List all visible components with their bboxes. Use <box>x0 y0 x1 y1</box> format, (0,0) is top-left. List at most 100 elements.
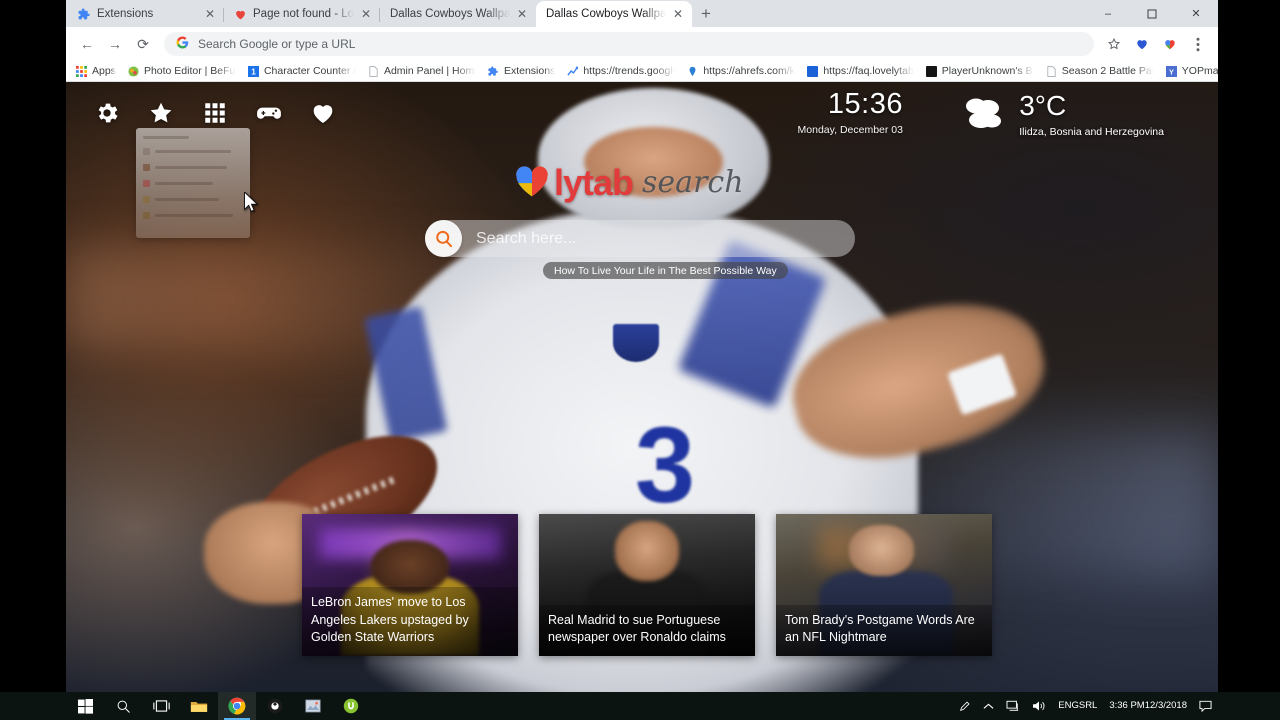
trends-icon <box>567 66 579 77</box>
weather-widget[interactable]: 3°C Ilidza, Bosnia and Herzegovina <box>959 92 1164 138</box>
tab-label: Dallas Cowboys Wallpaper HD & New <box>546 8 666 20</box>
navigation-bar: ← → ⟳ Search Google or type a URL <box>66 27 1218 61</box>
back-arrow-icon[interactable]: ← <box>74 31 100 57</box>
news-card[interactable]: LeBron James' move to Los Angeles Lakers… <box>302 514 518 656</box>
minimize-button[interactable]: – <box>1086 0 1130 27</box>
bookmark-photo-editor[interactable]: Photo Editor | BeFunky <box>122 63 242 79</box>
page-icon <box>368 65 379 77</box>
language-indicator[interactable]: ENG SRL <box>1052 692 1103 720</box>
start-button[interactable] <box>66 692 104 720</box>
panel-row <box>143 212 243 219</box>
windows-taskbar: ENG SRL 3:36 PM 12/3/2018 <box>0 692 1280 720</box>
tab-close-button[interactable]: ✕ <box>672 8 684 20</box>
tab-strip: Extensions ✕ Page not found - Lovely Tab… <box>66 0 1218 27</box>
taskbar-items <box>66 692 370 720</box>
logo-subtitle: search <box>642 165 744 200</box>
svg-text:Y: Y <box>1169 67 1174 76</box>
bookmark-label: Admin Panel | Home <box>383 65 476 77</box>
bookmark-google-trends[interactable]: https://trends.google <box>561 63 681 79</box>
browser-tab-cowboys-2-active[interactable]: Dallas Cowboys Wallpaper HD & New ✕ <box>536 1 692 27</box>
browser-tab-page-not-found[interactable]: Page not found - Lovely Tab ✕ <box>224 1 380 27</box>
bookmark-character-counter[interactable]: 1 Character Counter / W <box>242 63 362 79</box>
new-tab-button[interactable]: + <box>692 1 720 27</box>
forward-arrow-icon[interactable]: → <box>102 31 128 57</box>
file-explorer-icon[interactable] <box>180 692 218 720</box>
svg-text:1: 1 <box>251 67 256 76</box>
photo-viewer-icon[interactable] <box>294 692 332 720</box>
bookmark-star-icon[interactable] <box>1102 32 1126 56</box>
bookmark-yopmail[interactable]: Y YOPmail - Inbox <box>1160 63 1218 79</box>
bookmark-admin-panel[interactable]: Admin Panel | Home <box>362 63 482 79</box>
media-player-icon[interactable] <box>256 692 294 720</box>
apps-grid-icon[interactable] <box>200 98 230 128</box>
bookmark-ahrefs[interactable]: https://ahrefs.com/ke <box>681 63 801 79</box>
heart-icon[interactable] <box>308 98 338 128</box>
panel-row <box>143 164 243 171</box>
task-view-icon[interactable] <box>142 692 180 720</box>
settings-icon[interactable] <box>92 98 122 128</box>
panel-row <box>143 136 243 139</box>
news-strip: LeBron James' move to Los Angeles Lakers… <box>302 514 992 656</box>
star-icon[interactable] <box>146 98 176 128</box>
tray-date: 12/3/2018 <box>1144 699 1187 711</box>
volume-icon[interactable] <box>1026 692 1052 720</box>
bookmark-apps[interactable]: Apps <box>70 63 122 79</box>
panel-row <box>143 180 243 187</box>
new-tab-page: 3 15:36 Monday, December 03 3°C Ilidza, … <box>66 82 1218 719</box>
tray-time: 3:36 PM <box>1109 699 1145 711</box>
tab-close-button[interactable]: ✕ <box>204 8 216 20</box>
bookmark-pubg[interactable]: PlayerUnknown's Batt <box>920 63 1040 79</box>
clock-tray[interactable]: 3:36 PM 12/3/2018 <box>1103 692 1193 720</box>
bookmark-lovelytab-faq[interactable]: https://faq.lovelytab <box>801 63 919 79</box>
bookmark-label: PlayerUnknown's Batt <box>941 65 1034 77</box>
clock-date: Monday, December 03 <box>797 124 903 136</box>
bookmark-label: YOPmail - Inbox <box>1181 65 1218 77</box>
weather-location: Ilidza, Bosnia and Herzegovina <box>1019 126 1164 138</box>
three-dot-menu-icon[interactable] <box>1186 32 1210 56</box>
utorrent-icon[interactable] <box>332 692 370 720</box>
bookmark-season-2-battle-pass[interactable]: Season 2 Battle Pass <box>1040 63 1160 79</box>
browser-tab-extensions[interactable]: Extensions ✕ <box>68 1 224 27</box>
bookmarks-bar: Apps Photo Editor | BeFunky 1 Character … <box>66 61 1218 82</box>
news-card[interactable]: Real Madrid to sue Portuguese newspaper … <box>539 514 755 656</box>
browser-window: Extensions ✕ Page not found - Lovely Tab… <box>66 0 1218 720</box>
lovelytab-heart-icon[interactable] <box>1158 32 1182 56</box>
heart-icon <box>234 8 247 21</box>
search-input[interactable]: Search here... <box>476 230 577 248</box>
news-card-title: Real Madrid to sue Portuguese newspaper … <box>539 604 755 656</box>
google-g-icon <box>176 36 189 52</box>
pen-tray-icon[interactable] <box>953 692 977 720</box>
show-hidden-icons-icon[interactable] <box>977 692 1000 720</box>
address-bar[interactable]: Search Google or type a URL <box>164 32 1094 56</box>
pubg-icon <box>925 65 937 77</box>
browser-tab-cowboys-1[interactable]: Dallas Cowboys Wallpaper HD & New ✕ <box>380 1 536 27</box>
network-icon[interactable] <box>1000 692 1026 720</box>
tip-banner[interactable]: How To Live Your Life in The Best Possib… <box>543 262 788 279</box>
bookmark-extensions[interactable]: Extensions <box>482 63 561 79</box>
search-box[interactable]: Search here... <box>425 220 855 257</box>
gamepad-icon[interactable] <box>254 98 284 128</box>
close-button[interactable]: ✕ <box>1174 0 1218 27</box>
maximize-button[interactable] <box>1130 0 1174 27</box>
bookmark-label: Character Counter / W <box>263 65 356 77</box>
tab-close-button[interactable]: ✕ <box>516 8 528 20</box>
omnibox-icons <box>1102 32 1210 56</box>
action-center-icon[interactable] <box>1193 692 1218 720</box>
news-card[interactable]: Tom Brady's Postgame Words Are an NFL Ni… <box>776 514 992 656</box>
panel-row <box>143 196 243 203</box>
search-taskbar-icon[interactable] <box>104 692 142 720</box>
window-controls: – ✕ <box>1086 0 1218 27</box>
language-top: ENG <box>1058 699 1079 711</box>
chrome-icon[interactable] <box>218 692 256 720</box>
reload-icon[interactable]: ⟳ <box>130 31 156 57</box>
logo-name: lytab <box>554 161 634 203</box>
search-magnifier-icon[interactable] <box>425 220 462 257</box>
character-counter-icon: 1 <box>247 65 259 77</box>
bookmark-label: https://trends.google <box>583 65 676 77</box>
clock-widget: 15:36 Monday, December 03 <box>797 90 903 137</box>
bookmark-label: https://faq.lovelytab <box>823 65 914 77</box>
tab-close-button[interactable]: ✕ <box>360 8 372 20</box>
blue-heart-extension-icon[interactable] <box>1130 32 1154 56</box>
news-card-title: LeBron James' move to Los Angeles Lakers… <box>302 586 518 656</box>
extensions-dropdown-panel[interactable] <box>136 128 250 238</box>
